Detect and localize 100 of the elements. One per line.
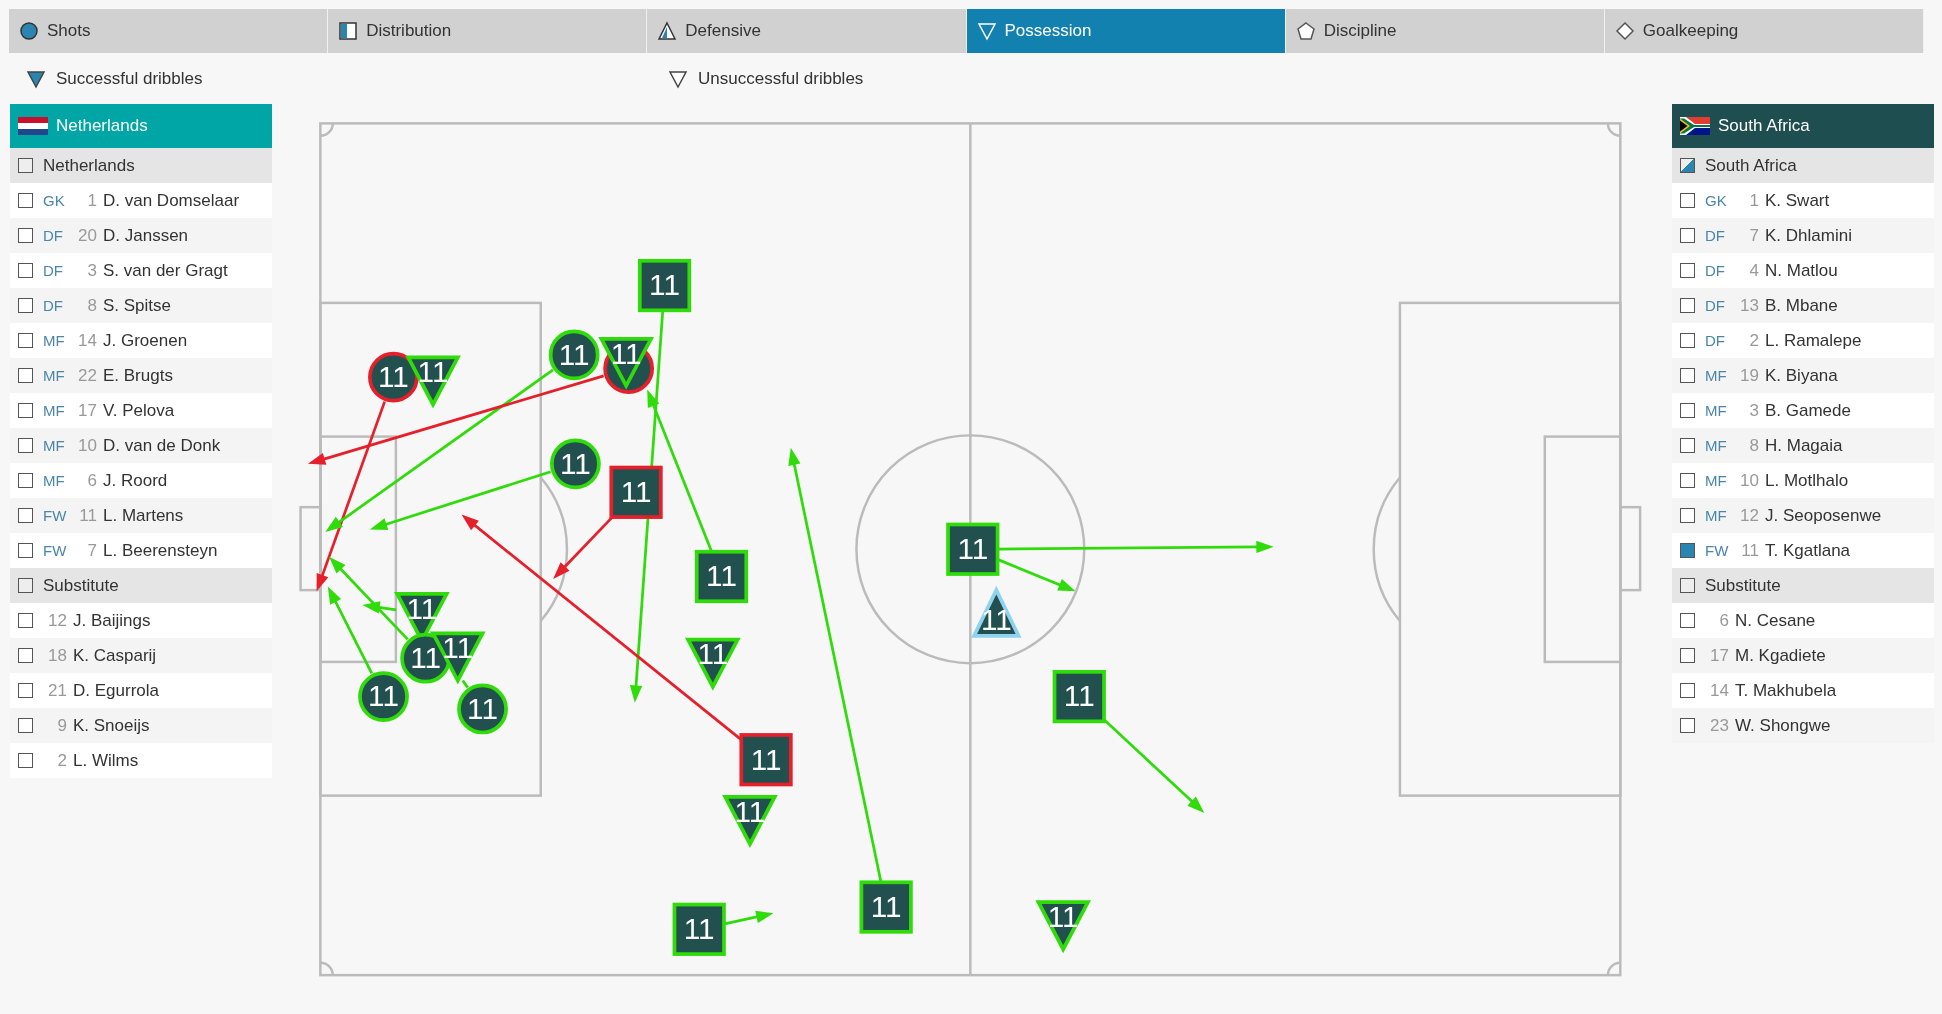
player-position: DF: [43, 227, 64, 244]
arrow: [724, 910, 774, 926]
legend-label: Unsuccessful dribbles: [698, 68, 864, 89]
player-name: J. Seoposenwe: [1765, 505, 1882, 526]
square-marker: 11: [694, 549, 749, 604]
checkbox[interactable]: [18, 648, 33, 663]
checkbox[interactable]: [18, 263, 33, 278]
player-name: N. Cesane: [1735, 610, 1816, 631]
player-number: 17: [77, 400, 97, 421]
player-name: K. Snoeijs: [73, 715, 150, 736]
checkbox[interactable]: [1680, 578, 1695, 593]
checkbox[interactable]: [18, 438, 33, 453]
checkbox[interactable]: [1680, 298, 1695, 313]
player-name: S. Spitse: [103, 295, 172, 316]
player-position: FW: [43, 507, 68, 524]
player-name: N. Matlou: [1765, 260, 1838, 281]
flag-icon: [18, 117, 48, 135]
checkbox[interactable]: [18, 193, 33, 208]
square-marker: 11: [609, 465, 663, 519]
checkbox[interactable]: [1680, 543, 1695, 558]
player-number: 6: [1718, 610, 1729, 631]
player-position: MF: [1705, 402, 1728, 419]
checkbox[interactable]: [1680, 613, 1695, 628]
player-number: 1: [86, 190, 97, 211]
checkbox[interactable]: [18, 718, 33, 733]
square-marker: 11: [946, 522, 1000, 576]
checkbox[interactable]: [18, 228, 33, 243]
player-number: 3: [86, 260, 97, 281]
player-name: K. Dhlamini: [1765, 225, 1852, 246]
player-number: 18: [47, 645, 67, 666]
checkbox[interactable]: [1680, 683, 1695, 698]
square-marker: 11: [739, 733, 793, 787]
player-number: 1: [1748, 190, 1759, 211]
player-number: 6: [86, 470, 97, 491]
square-marker: 11: [637, 258, 692, 313]
checkbox[interactable]: [18, 333, 33, 348]
player-position: DF: [1705, 227, 1726, 244]
player-number: 8: [1748, 435, 1759, 456]
group-label: Substitute: [1705, 575, 1781, 596]
circle-icon: [19, 21, 39, 41]
checkbox[interactable]: [1680, 438, 1695, 453]
pentagon-icon: [1295, 21, 1316, 41]
diamond-icon: [1614, 21, 1635, 41]
player-name: H. Magaia: [1765, 435, 1843, 456]
tab[interactable]: Distribution: [328, 9, 648, 53]
player-number: 11: [1740, 540, 1759, 561]
checkbox[interactable]: [18, 473, 33, 488]
player-number: 14: [1709, 680, 1729, 701]
player-number: 8: [86, 295, 97, 316]
checkbox[interactable]: [1680, 333, 1695, 348]
player-position: MF: [1705, 472, 1728, 489]
checkbox[interactable]: [1680, 193, 1695, 208]
player-number: 17: [1709, 645, 1729, 666]
player-number: 2: [56, 750, 67, 771]
trail-line: [461, 679, 469, 689]
player-position: FW: [1705, 542, 1730, 559]
checkbox[interactable]: [18, 158, 33, 173]
tab[interactable]: Possession: [966, 9, 1286, 53]
checkbox[interactable]: [18, 368, 33, 383]
player-position: DF: [43, 262, 64, 279]
player-position: GK: [43, 192, 66, 209]
tab[interactable]: Goalkeeping: [1604, 9, 1925, 53]
player-number: 4: [1748, 260, 1759, 281]
player-name: L. Beerensteyn: [103, 540, 218, 561]
checkbox[interactable]: [1680, 228, 1695, 243]
player-name: V. Pelova: [103, 400, 175, 421]
player-number: 10: [1739, 470, 1759, 491]
checkbox[interactable]: [1680, 648, 1695, 663]
checkbox[interactable]: [18, 298, 33, 313]
checkbox[interactable]: [1680, 473, 1695, 488]
circle-marker: 11: [457, 683, 508, 735]
player-name: T. Kgatlana: [1765, 540, 1851, 561]
checkbox[interactable]: [18, 543, 33, 558]
checkbox[interactable]: [1680, 718, 1695, 733]
flag-icon: [1680, 117, 1710, 135]
checkbox[interactable]: [18, 683, 33, 698]
tab[interactable]: Defensive: [647, 9, 967, 53]
player-name: L. Martens: [103, 505, 184, 526]
checkbox[interactable]: [18, 403, 33, 418]
tab[interactable]: Shots: [9, 9, 329, 53]
checkbox[interactable]: [1680, 403, 1695, 418]
checkbox[interactable]: [1680, 368, 1695, 383]
checkbox[interactable]: [1680, 158, 1695, 173]
player-position: DF: [1705, 262, 1726, 279]
player-name: E. Brugts: [103, 365, 173, 386]
checkbox[interactable]: [18, 613, 33, 628]
triangle-marker: 11: [685, 637, 741, 691]
player-name: K. Biyana: [1765, 365, 1838, 386]
down-triangle-icon: [976, 21, 997, 41]
player-number: 7: [86, 540, 97, 561]
player-name: K. Casparij: [73, 645, 157, 666]
player-name: T. Makhubela: [1735, 680, 1837, 701]
checkbox[interactable]: [18, 578, 33, 593]
checkbox[interactable]: [18, 508, 33, 523]
checkbox[interactable]: [1680, 263, 1695, 278]
player-position: DF: [1705, 332, 1726, 349]
checkbox[interactable]: [1680, 508, 1695, 523]
tab[interactable]: Discipline: [1285, 9, 1605, 53]
checkbox[interactable]: [18, 753, 33, 768]
player-name: B. Mbane: [1765, 295, 1838, 316]
